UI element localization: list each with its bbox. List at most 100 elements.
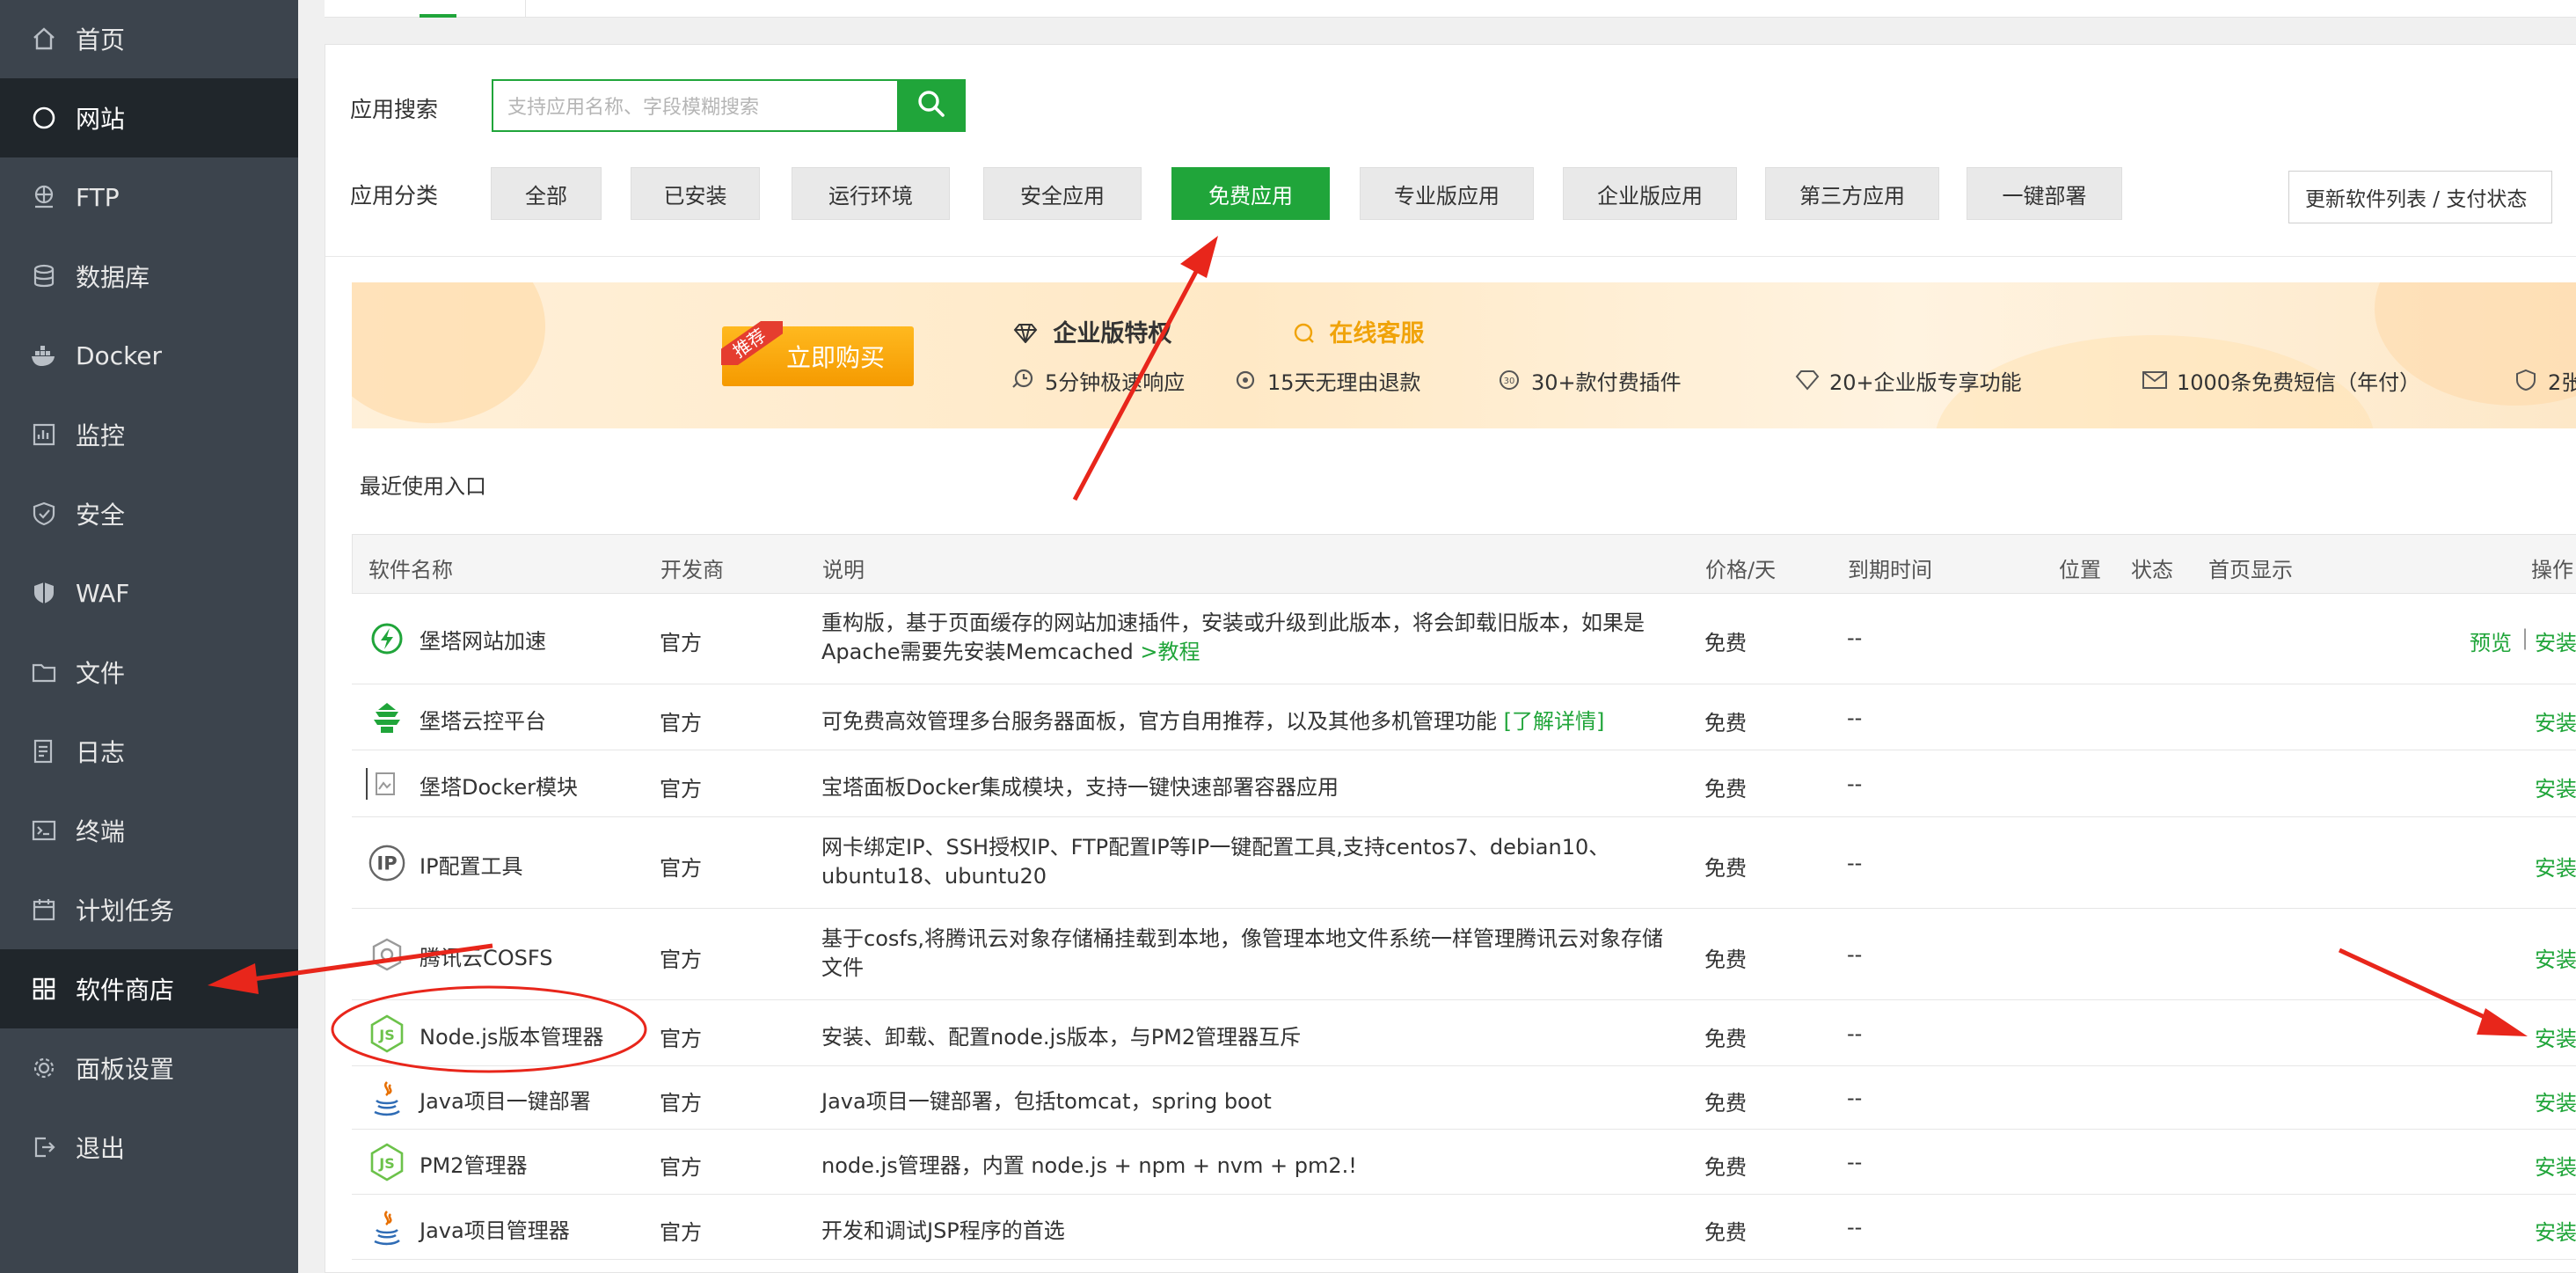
nodejs-icon: JS bbox=[368, 1143, 406, 1182]
sidebar-item-docker[interactable]: Docker bbox=[0, 316, 298, 395]
table-row: 堡塔Docker模块 官方 宝塔面板Docker集成模块，支持一键快速部署容器应… bbox=[352, 750, 2576, 817]
category-security-apps[interactable]: 安全应用 bbox=[983, 167, 1142, 220]
category-runtime[interactable]: 运行环境 bbox=[792, 167, 950, 220]
install-link[interactable]: 安装 bbox=[2535, 1215, 2576, 1246]
app-price: 免费 bbox=[1704, 631, 1747, 655]
search-icon bbox=[916, 89, 946, 122]
app-price: 免费 bbox=[1704, 711, 1747, 735]
banner-feature: 15天无理由退款 bbox=[1232, 362, 1421, 398]
search-input[interactable]: 支持应用名称、字段模糊搜索 bbox=[492, 79, 897, 132]
sidebar-item-ftp[interactable]: FTP bbox=[0, 157, 298, 237]
app-name: 堡塔网站加速 bbox=[420, 629, 546, 654]
enterprise-privilege-title: 企业版特权 bbox=[1013, 314, 1171, 348]
install-link[interactable]: 安装 bbox=[2535, 706, 2576, 736]
header-position: 位置 bbox=[2059, 558, 2101, 582]
sidebar-item-label: 数据库 bbox=[76, 263, 150, 292]
app-description: 开发和调试JSP程序的首选 bbox=[821, 1218, 1065, 1243]
app-expire: -- bbox=[1847, 1150, 1863, 1174]
sidebar-item-files[interactable]: 文件 bbox=[0, 633, 298, 712]
category-installed[interactable]: 已安装 bbox=[631, 167, 760, 220]
search-label: 应用搜索 bbox=[350, 97, 439, 122]
sidebar-item-cron[interactable]: 计划任务 bbox=[0, 870, 298, 949]
app-name: 堡塔云控平台 bbox=[420, 709, 546, 734]
category-all[interactable]: 全部 bbox=[491, 167, 602, 220]
app-price: 免费 bbox=[1704, 1027, 1747, 1051]
ftp-icon bbox=[29, 182, 59, 212]
online-service-link[interactable]: 在线客服 bbox=[1293, 314, 1424, 348]
category-third-party[interactable]: 第三方应用 bbox=[1765, 167, 1939, 220]
online-service-label: 在线客服 bbox=[1329, 320, 1425, 348]
database-icon bbox=[29, 261, 59, 291]
tutorial-link[interactable]: >教程 bbox=[1140, 640, 1200, 664]
app-description: 可免费高效管理多台服务器面板，官方自用推荐，以及其他多机管理功能 [了解详情] bbox=[821, 704, 1604, 735]
header-vendor: 开发商 bbox=[660, 558, 724, 582]
sidebar-item-label: 网站 bbox=[76, 105, 126, 134]
app-description: 宝塔面板Docker集成模块，支持一键快速部署容器应用 bbox=[821, 775, 1339, 800]
table-row: 堡塔网站加速 官方 重构版，基于页面缓存的网站加速插件，安装或升级到此版本，将会… bbox=[352, 594, 2576, 684]
plugin-icon: 30 bbox=[1496, 367, 1522, 393]
update-software-list-button[interactable]: 更新软件列表 / 支付状态 bbox=[2288, 171, 2552, 223]
header-price[interactable]: 价格/天 bbox=[1705, 552, 1776, 583]
sidebar-item-app-store[interactable]: 软件商店 bbox=[0, 949, 298, 1028]
recent-entry-label: 最近使用入口 bbox=[360, 474, 486, 499]
sidebar-item-terminal[interactable]: 终端 bbox=[0, 791, 298, 870]
refund-icon bbox=[1232, 367, 1259, 393]
install-link[interactable]: 安装 bbox=[2535, 1021, 2576, 1052]
learn-more-link[interactable]: [了解详情] bbox=[1504, 709, 1605, 734]
app-vendor: 官方 bbox=[660, 856, 702, 881]
category-pro-apps[interactable]: 专业版应用 bbox=[1360, 167, 1534, 220]
app-description: node.js管理器，内置 node.js + npm + nvm + pm2.… bbox=[821, 1153, 1357, 1178]
sidebar-item-database[interactable]: 数据库 bbox=[0, 237, 298, 316]
sidebar-item-website[interactable]: 网站 bbox=[0, 78, 298, 157]
app-vendor: 官方 bbox=[660, 777, 702, 801]
app-name: Java项目一键部署 bbox=[420, 1089, 591, 1114]
install-link[interactable]: 安装 bbox=[2535, 851, 2576, 882]
sidebar-item-label: WAF bbox=[76, 578, 130, 608]
sidebar-item-home[interactable]: 首页 bbox=[0, 0, 298, 78]
install-link[interactable]: 安装 bbox=[2535, 626, 2576, 656]
monitor-icon bbox=[29, 420, 59, 450]
grid-icon bbox=[29, 974, 59, 1004]
app-description: Java项目一键部署，包括tomcat，spring boot bbox=[821, 1089, 1272, 1114]
category-one-click-deploy[interactable]: 一键部署 bbox=[1967, 167, 2122, 220]
install-link[interactable]: 安装 bbox=[2535, 942, 2576, 973]
install-link[interactable]: 安装 bbox=[2535, 1086, 2576, 1116]
app-vendor: 官方 bbox=[660, 1220, 702, 1245]
install-link[interactable]: 安装 bbox=[2535, 772, 2576, 802]
sidebar-item-panel-settings[interactable]: 面板设置 bbox=[0, 1028, 298, 1108]
category-free-apps[interactable]: 免费应用 bbox=[1171, 167, 1330, 220]
app-expire: -- bbox=[1847, 626, 1863, 650]
svg-text:30: 30 bbox=[1504, 377, 1515, 386]
app-price: 免费 bbox=[1704, 856, 1747, 881]
app-vendor: 官方 bbox=[660, 947, 702, 972]
header-expire: 到期时间 bbox=[1848, 558, 1932, 582]
app-name: 堡塔Docker模块 bbox=[420, 775, 579, 800]
app-vendor: 官方 bbox=[660, 1155, 702, 1180]
sidebar-item-waf[interactable]: WAF bbox=[0, 553, 298, 633]
install-link[interactable]: 安装 bbox=[2535, 1150, 2576, 1181]
sidebar-item-label: 退出 bbox=[76, 1134, 126, 1163]
app-expire: -- bbox=[1847, 851, 1863, 875]
app-expire: -- bbox=[1847, 706, 1863, 730]
banner-decoration bbox=[352, 282, 545, 423]
sidebar-item-label: 文件 bbox=[76, 659, 126, 688]
search-button[interactable] bbox=[897, 79, 966, 132]
home-icon bbox=[29, 24, 59, 54]
sidebar-item-logout[interactable]: 退出 bbox=[0, 1108, 298, 1187]
sidebar-item-monitor[interactable]: 监控 bbox=[0, 395, 298, 474]
shield-icon bbox=[29, 499, 59, 529]
java-icon bbox=[368, 1208, 406, 1247]
cosfs-icon bbox=[368, 935, 406, 974]
sidebar: 首页 网站 FTP 数据库 Docker 监控 安全 WAF 文件 日志 终端 … bbox=[0, 0, 298, 1273]
sidebar-item-label: FTP bbox=[76, 182, 120, 212]
log-icon bbox=[29, 736, 59, 766]
table-row: 堡塔云控平台 官方 可免费高效管理多台服务器面板，官方自用推荐，以及其他多机管理… bbox=[352, 684, 2576, 750]
category-enterprise-apps[interactable]: 企业版应用 bbox=[1563, 167, 1737, 220]
sidebar-item-logs[interactable]: 日志 bbox=[0, 712, 298, 791]
banner-feature: 30 30+款付费插件 bbox=[1496, 362, 1682, 398]
preview-link[interactable]: 预览 bbox=[2470, 626, 2512, 656]
sidebar-item-security[interactable]: 安全 bbox=[0, 474, 298, 553]
category-label: 应用分类 bbox=[350, 183, 439, 209]
banner-feature-label: 5分钟极速响应 bbox=[1045, 369, 1186, 395]
terminal-icon bbox=[29, 816, 59, 845]
